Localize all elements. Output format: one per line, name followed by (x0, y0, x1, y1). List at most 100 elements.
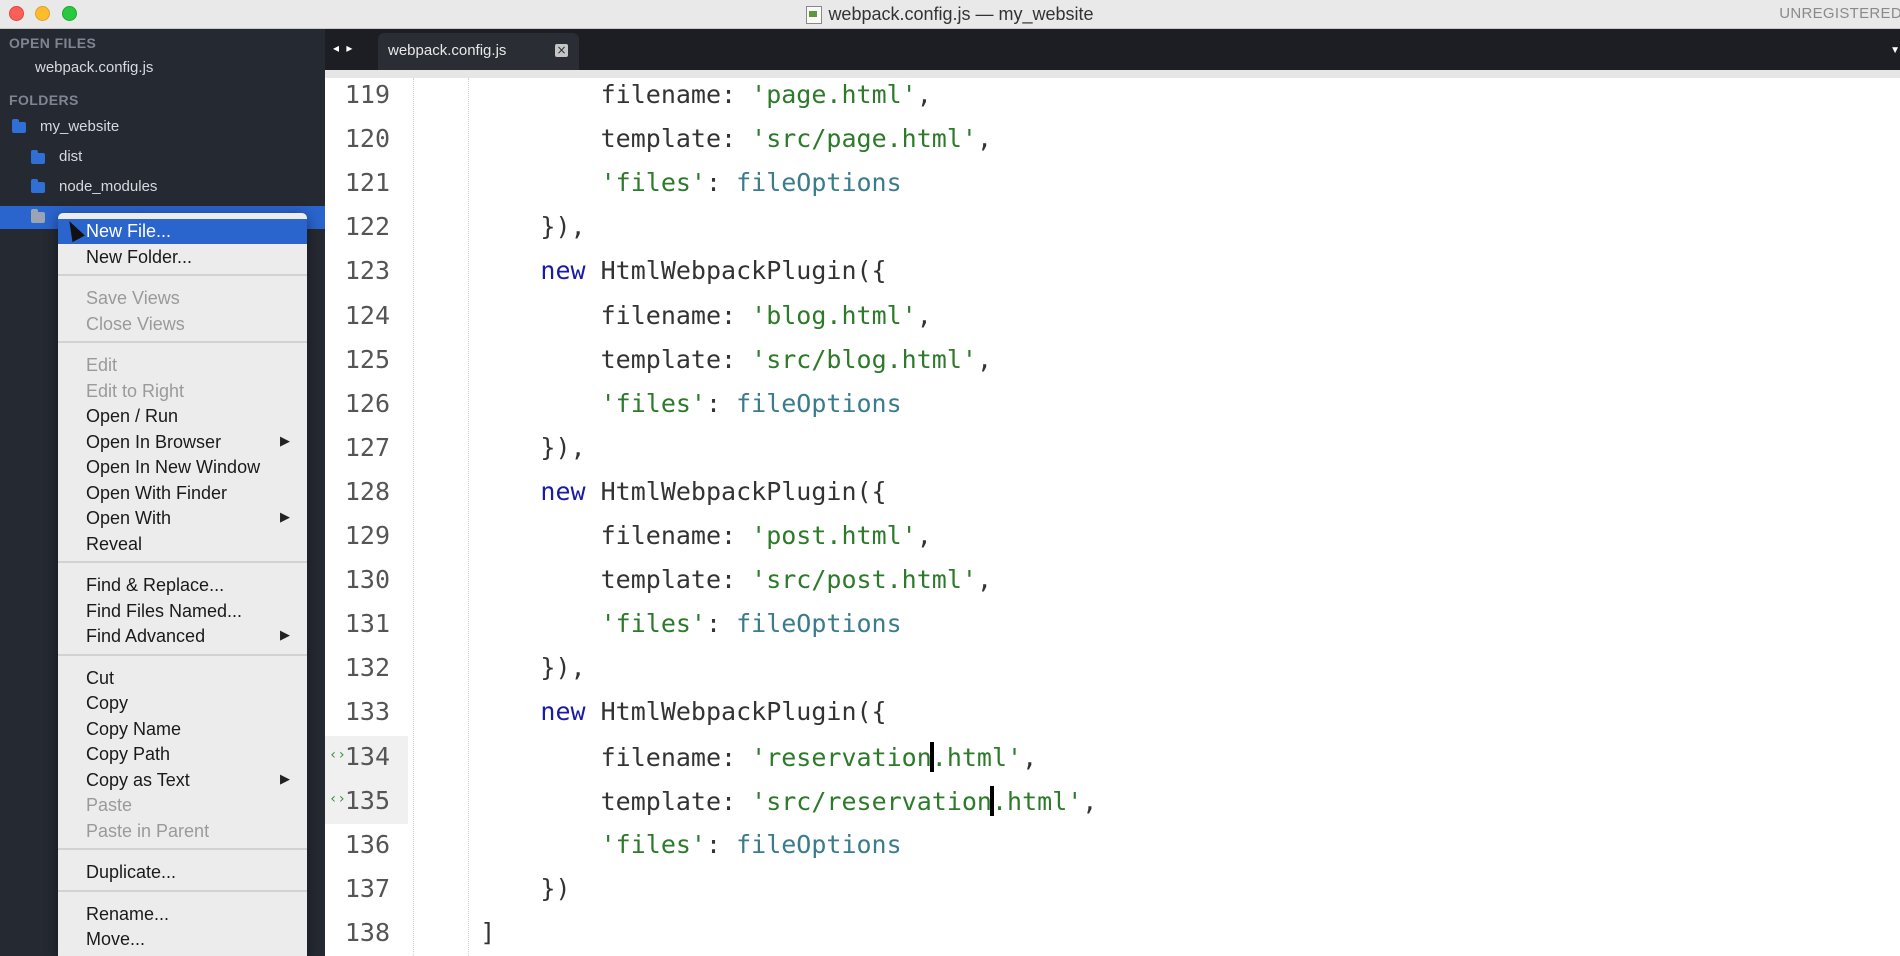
menu-separator (58, 889, 307, 892)
menu-item-label: Copy as Text (86, 769, 190, 790)
code-token: }), (540, 653, 586, 683)
submenu-arrow-icon: ▶ (280, 771, 290, 787)
code-token: , (976, 344, 992, 374)
code-line[interactable]: }), (420, 433, 585, 462)
code-token: 'files' (600, 829, 706, 859)
code-token: 'files' (600, 388, 706, 418)
menu-item-copy-path[interactable]: Copy Path (58, 742, 307, 767)
menu-item-new-folder[interactable]: New Folder... (58, 245, 307, 270)
code-line[interactable]: 'files': fileOptions (420, 389, 902, 418)
code-line[interactable]: template: 'src/post.html', (420, 565, 992, 594)
menu-item-copy-as-text[interactable]: Copy as Text ▶ (58, 768, 307, 793)
menu-item-open-run[interactable]: Open / Run (58, 404, 307, 429)
line-number: 138 (344, 917, 390, 947)
menu-item-duplicate[interactable]: Duplicate... (58, 860, 307, 885)
code-line[interactable]: template: 'src/page.html', (420, 124, 992, 153)
code-line[interactable]: new HtmlWebpackPlugin({ (420, 476, 887, 506)
menu-item-rename[interactable]: Rename... (58, 902, 307, 927)
indent-guide (413, 78, 414, 956)
menu-item-open-with-finder[interactable]: Open With Finder (58, 481, 307, 506)
code-token: 'src/blog.html' (751, 344, 977, 374)
code-line[interactable]: template: 'src/blog.html', (420, 345, 992, 374)
code-token: filename (600, 742, 722, 772)
tab-nav-arrows-icon[interactable]: ◂ ▸ (333, 41, 354, 55)
menu-item-find-replace[interactable]: Find & Replace... (58, 573, 307, 598)
menu-item-close-views: Close Views (58, 312, 307, 337)
code-line[interactable]: filename: 'page.html', (420, 80, 932, 109)
code-token: , (976, 565, 992, 595)
code-token: HtmlWebpackPlugin({ (585, 476, 887, 506)
menu-item-copy-name[interactable]: Copy Name (58, 717, 307, 742)
code-token: : (721, 521, 752, 550)
open-file-item[interactable]: webpack.config.js (35, 59, 153, 76)
menu-item-copy[interactable]: Copy (58, 691, 307, 716)
menu-item-find-files-named[interactable]: Find Files Named... (58, 599, 307, 624)
window-title: webpack.config.js — my_website (828, 3, 1094, 24)
menu-item-label: Open / Run (86, 406, 179, 426)
folder-icon (31, 209, 45, 223)
menu-item-label: Open In Browser (86, 431, 222, 452)
code-line[interactable]: filename: 'reservation.html', (420, 741, 1038, 772)
code-token: : (705, 829, 737, 859)
menu-item-label: Open With (86, 508, 172, 528)
folder-icon (31, 179, 45, 193)
code-line[interactable]: 'files': fileOptions (420, 168, 902, 197)
menu-item-label: Open In New Window (86, 457, 261, 477)
code-line[interactable]: new HtmlWebpackPlugin({ (420, 697, 886, 726)
code-token: , (916, 300, 932, 330)
menu-item-label: Find Files Named... (86, 600, 243, 621)
menu-item-open-in-new-window[interactable]: Open In New Window (58, 455, 307, 480)
code-token: 'files' (600, 609, 706, 639)
tab-webpack-config[interactable]: webpack.config.js × (378, 33, 579, 70)
menu-item-label: Open With Finder (86, 482, 228, 503)
code-line[interactable]: }), (420, 653, 586, 683)
menu-item-paste: Paste (58, 793, 307, 818)
code-line[interactable]: filename: 'blog.html', (420, 301, 932, 330)
menu-item-move[interactable]: Move... (58, 927, 307, 952)
tab-close-icon[interactable]: × (555, 44, 568, 57)
code-token: 'src/post.html' (751, 565, 977, 595)
code-line[interactable]: 'files': fileOptions (420, 609, 902, 638)
code-line[interactable]: template: 'src/reservation.html', (420, 785, 1097, 816)
code-editor[interactable]: 119 120 121 122 123 124 125 126 127 128 129 130 131 1… (325, 78, 1900, 956)
code-token: 'src/page.html' (751, 124, 977, 154)
menu-item-cut[interactable]: Cut (58, 666, 307, 691)
code-token: 'blog.html' (751, 300, 917, 330)
code-token: template (600, 124, 722, 154)
code-token: HtmlWebpackPlugin({ (585, 256, 887, 286)
context-menu: New File... New Folder... Save Views Close … (58, 213, 307, 956)
code-token: , (1022, 742, 1038, 772)
menu-item-find-advanced[interactable]: Find Advanced ▶ (58, 624, 307, 649)
menu-item-open-with[interactable]: Open With ▶ (58, 506, 307, 531)
menu-item-reveal[interactable]: Reveal (58, 532, 307, 557)
code-token: : (705, 609, 737, 639)
menu-item-paste-in-parent: Paste in Parent (58, 819, 307, 844)
code-token: fileOptions (736, 829, 902, 859)
code-line[interactable]: }), (420, 212, 586, 242)
code-token: : (721, 565, 752, 595)
line-number-gutter: 119 120 121 122 123 124 125 126 127 128 129 130 131 1… (325, 78, 408, 956)
tab-list-dropdown-icon[interactable]: ▼ (1890, 45, 1900, 56)
code-line[interactable]: new HtmlWebpackPlugin({ (420, 256, 887, 286)
code-token: , (916, 80, 932, 109)
code-line[interactable]: filename: 'post.html', (420, 521, 932, 550)
line-number: 119 (344, 80, 390, 109)
code-line[interactable]: 'files': fileOptions (420, 830, 902, 859)
code-line[interactable]: ] (420, 918, 495, 947)
menu-item-label: Paste (86, 795, 133, 815)
code-line[interactable]: }) (420, 874, 570, 903)
code-token: : (721, 786, 752, 816)
menu-item-open-in-browser[interactable]: Open In Browser ▶ (58, 430, 307, 455)
menu-separator (58, 341, 307, 343)
code-token: }), (540, 212, 586, 242)
menu-item-new-file[interactable]: New File... (58, 219, 307, 244)
